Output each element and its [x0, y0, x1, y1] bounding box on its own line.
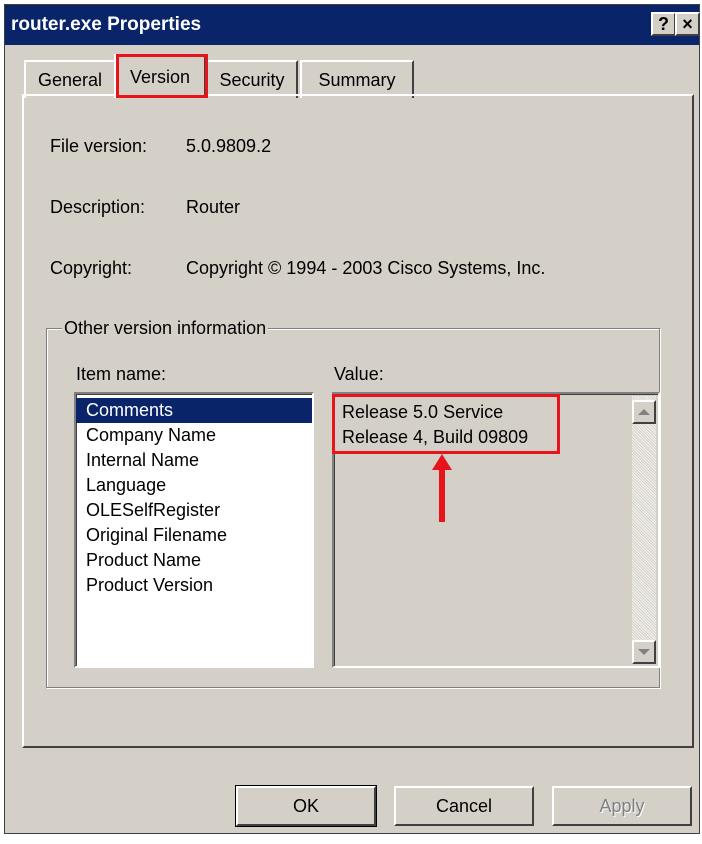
copyright-value: Copyright © 1994 - 2003 Cisco Systems, I… — [186, 258, 546, 278]
list-item-internal-name[interactable]: Internal Name — [76, 448, 312, 473]
scroll-down-button[interactable] — [632, 640, 656, 664]
copyright-label: Copyright: — [50, 258, 133, 278]
value-label: Value: — [334, 364, 384, 384]
file-version-label: File version: — [50, 136, 148, 156]
cancel-button[interactable]: Cancel — [394, 786, 534, 826]
title-bar[interactable]: router.exe Properties ? × — [5, 5, 700, 45]
list-item-company-name[interactable]: Company Name — [76, 423, 312, 448]
tab-summary[interactable]: Summary — [300, 60, 414, 98]
annotation-arrow-icon — [432, 454, 452, 522]
window-title: router.exe Properties — [11, 14, 202, 35]
ok-button[interactable]: OK — [235, 785, 377, 827]
description-value: Router — [186, 197, 241, 217]
close-button[interactable]: × — [675, 12, 700, 36]
list-item-comments[interactable]: Comments — [76, 398, 312, 423]
apply-button[interactable]: Apply — [552, 786, 692, 826]
description-label: Description: — [50, 197, 146, 217]
item-name-label: Item name: — [76, 364, 167, 384]
help-button[interactable]: ? — [651, 12, 676, 36]
list-item-product-version[interactable]: Product Version — [76, 573, 312, 598]
file-version-value: 5.0.9809.2 — [186, 136, 272, 156]
list-item-language[interactable]: Language — [76, 473, 312, 498]
version-tab-annotation-box — [116, 54, 208, 98]
scroll-up-button[interactable] — [632, 400, 656, 424]
list-item-original-filename[interactable]: Original Filename — [76, 523, 312, 548]
chevron-up-icon — [638, 409, 650, 415]
value-scrollbar[interactable] — [632, 396, 656, 664]
list-item-oleselfregister[interactable]: OLESelfRegister — [76, 498, 312, 523]
list-item-product-name[interactable]: Product Name — [76, 548, 312, 573]
other-version-group-label: Other version information — [62, 318, 269, 339]
tab-security[interactable]: Security — [206, 60, 298, 98]
chevron-down-icon — [638, 649, 650, 655]
item-name-list[interactable]: Comments Company Name Internal Name Lang… — [74, 392, 314, 668]
tab-general[interactable]: General — [24, 60, 116, 98]
value-annotation-box — [332, 394, 560, 454]
